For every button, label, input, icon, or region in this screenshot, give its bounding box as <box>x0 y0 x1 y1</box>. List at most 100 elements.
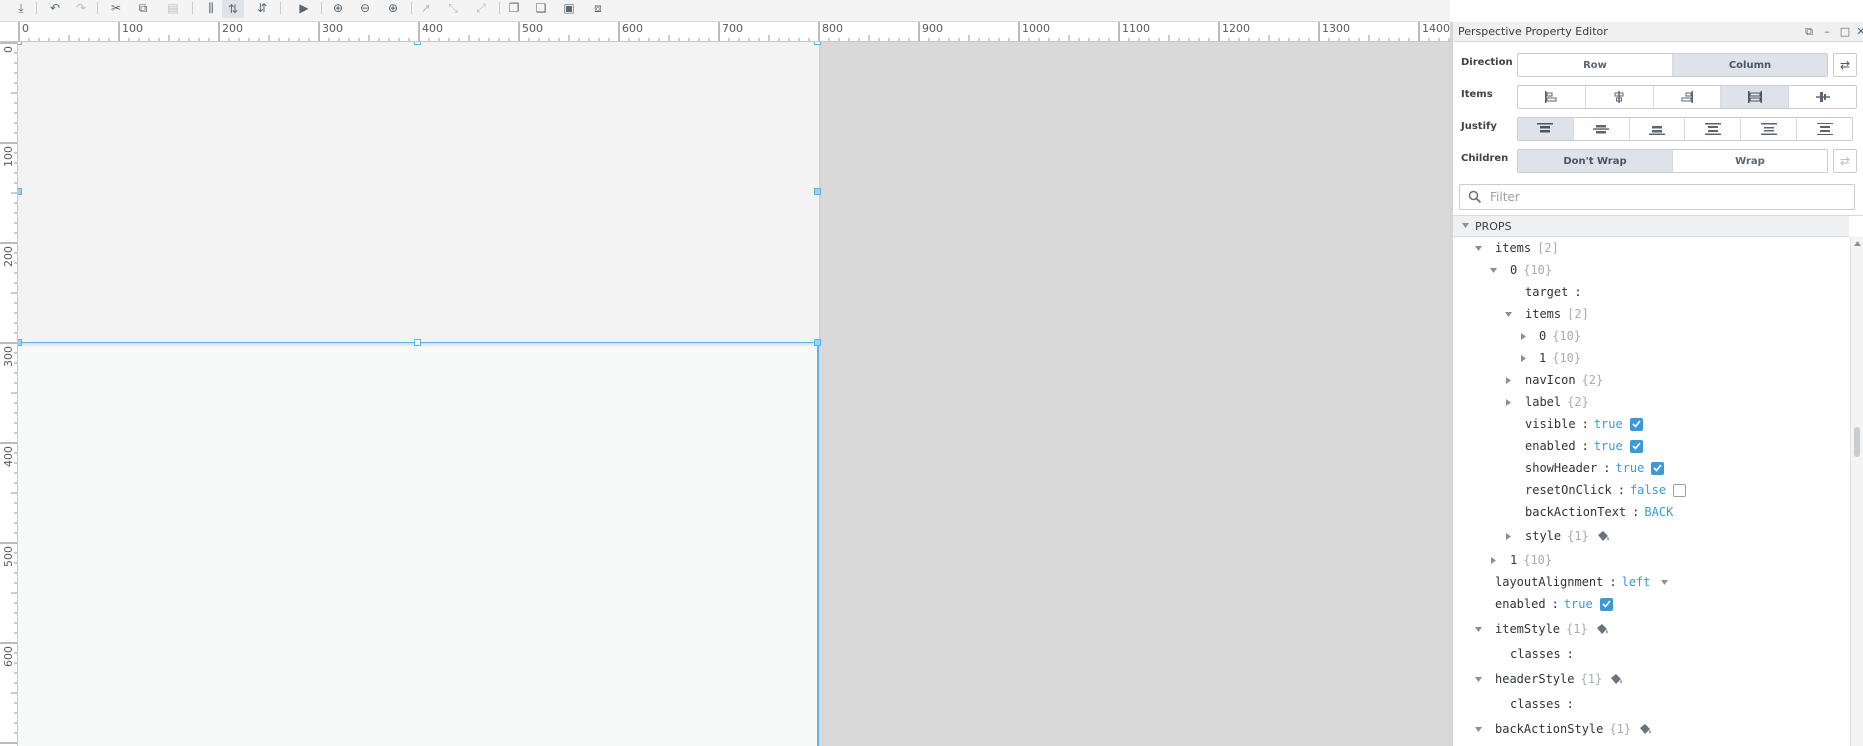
justify-space-around-icon[interactable] <box>1741 118 1798 140</box>
chevron-down-icon[interactable] <box>1504 310 1513 319</box>
redo-icon[interactable]: ↷ <box>70 0 92 16</box>
resize-handle[interactable] <box>814 188 821 195</box>
zoom-in-icon[interactable]: ⊕ <box>382 0 404 16</box>
connector-alt-icon[interactable]: ⤢ <box>470 0 492 16</box>
connector-icon[interactable]: ⤡ <box>442 0 464 16</box>
chevron-down-icon[interactable] <box>1474 725 1483 734</box>
swap-direction-icon[interactable]: ⇄ <box>1833 53 1857 77</box>
tree-row[interactable]: style {1} <box>1453 525 1849 547</box>
wrap-option[interactable]: Wrap <box>1673 150 1827 172</box>
resize-handle[interactable] <box>414 42 421 45</box>
distribute-icon[interactable]: ⫼ <box>200 0 222 16</box>
paint-bucket-icon[interactable] <box>1596 530 1610 542</box>
vertical-scrollbar[interactable] <box>1850 237 1863 746</box>
maximize-icon[interactable]: □ <box>1837 24 1853 40</box>
tree-row[interactable]: 0 {10} <box>1453 259 1849 281</box>
tree-row[interactable]: label {2} <box>1453 391 1849 413</box>
float-window-icon[interactable]: ⧉ <box>1801 24 1817 40</box>
undo-icon[interactable]: ↶ <box>44 0 66 16</box>
resize-handle[interactable] <box>814 339 821 346</box>
pointer-icon[interactable]: ➚ <box>415 0 437 16</box>
justify-space-between-icon[interactable] <box>1685 118 1742 140</box>
chevron-down-icon[interactable] <box>1489 266 1498 275</box>
copy-icon[interactable]: ⧉ <box>132 0 154 16</box>
resize-handle[interactable] <box>18 42 22 45</box>
justify-end-icon[interactable] <box>1630 118 1686 140</box>
tree-row[interactable]: backActionText: BACK <box>1453 501 1849 523</box>
tree-row[interactable]: items [2] <box>1453 237 1849 259</box>
chevron-down-icon[interactable] <box>1660 578 1669 587</box>
tree-row[interactable]: headerStyle {1} <box>1453 668 1849 690</box>
tree-row[interactable]: layoutAlignment: left <box>1453 571 1849 593</box>
tree-row[interactable]: visible: true <box>1453 413 1849 435</box>
chevron-down-icon[interactable] <box>1474 625 1483 634</box>
tree-row[interactable]: enabled: true <box>1453 435 1849 457</box>
prop-value[interactable]: false <box>1630 483 1666 497</box>
paste-icon[interactable]: ▤ <box>162 0 184 16</box>
prop-value[interactable]: true <box>1564 597 1593 611</box>
chevron-down-icon[interactable] <box>1474 675 1483 684</box>
send-back-icon[interactable]: ❏ <box>530 0 552 16</box>
prop-value[interactable]: true <box>1615 461 1644 475</box>
tree-row[interactable]: resetOnClick: false <box>1453 479 1849 501</box>
align-baseline-icon[interactable] <box>1789 86 1856 108</box>
scrollbar-thumb[interactable] <box>1854 427 1860 457</box>
prop-value[interactable]: true <box>1594 417 1623 431</box>
selected-container[interactable] <box>18 42 819 343</box>
chevron-right-icon[interactable] <box>1519 354 1528 363</box>
resize-handle[interactable] <box>18 339 22 346</box>
resize-handle[interactable] <box>814 42 821 45</box>
close-icon[interactable]: ✕ <box>1853 24 1863 40</box>
tree-row[interactable]: classes: <box>1453 693 1849 715</box>
align-vertical-icon[interactable]: ⇅ <box>222 0 244 18</box>
minimize-icon[interactable]: – <box>1819 24 1835 40</box>
chevron-right-icon[interactable] <box>1504 532 1513 541</box>
align-horizontal-icon[interactable]: ⇵ <box>251 0 273 16</box>
zoom-out-icon[interactable]: ⊖ <box>354 0 376 16</box>
enabled-checkbox[interactable] <box>1599 597 1613 611</box>
cut-icon[interactable]: ✂ <box>105 0 127 16</box>
direction-column-option[interactable]: Column <box>1673 54 1827 76</box>
play-icon[interactable]: ▶ <box>293 0 315 16</box>
tree-row[interactable]: itemStyle {1} <box>1453 618 1849 640</box>
save-icon[interactable]: ⤓ <box>10 0 32 16</box>
tree-row[interactable]: 1 {10} <box>1453 347 1849 369</box>
chevron-down-icon[interactable] <box>1474 244 1483 253</box>
paint-bucket-icon[interactable] <box>1595 623 1609 635</box>
group-icon[interactable]: ⧈ <box>587 0 609 16</box>
justify-start-icon[interactable] <box>1518 118 1574 140</box>
tree-row[interactable]: navIcon {2} <box>1453 369 1849 391</box>
resize-handle[interactable] <box>18 188 22 195</box>
direction-row-option[interactable]: Row <box>1518 54 1673 76</box>
chevron-down-icon[interactable] <box>1461 221 1470 230</box>
tree-row[interactable]: backActionStyle {1} <box>1453 718 1849 740</box>
chevron-right-icon[interactable] <box>1504 398 1513 407</box>
chevron-right-icon[interactable] <box>1519 332 1528 341</box>
props-section-header[interactable]: PROPS <box>1453 216 1849 237</box>
bring-front-icon[interactable]: ❐ <box>503 0 525 16</box>
resize-handle[interactable] <box>414 339 421 346</box>
align-flex-start-icon[interactable] <box>1518 86 1586 108</box>
scroll-up-icon[interactable] <box>1853 239 1862 248</box>
chevron-right-icon[interactable] <box>1489 556 1498 565</box>
paint-bucket-icon[interactable] <box>1638 723 1652 735</box>
prop-value[interactable]: true <box>1594 439 1623 453</box>
enabled-checkbox[interactable] <box>1629 439 1643 453</box>
prop-value[interactable]: BACK <box>1644 505 1673 519</box>
tree-row[interactable]: showHeader: true <box>1453 457 1849 479</box>
tree-row[interactable]: items [2] <box>1453 303 1849 325</box>
visible-checkbox[interactable] <box>1629 417 1643 431</box>
reset-on-click-checkbox[interactable] <box>1673 483 1687 497</box>
layer-icon[interactable]: ▣ <box>558 0 580 16</box>
show-header-checkbox[interactable] <box>1651 461 1665 475</box>
view-root[interactable] <box>18 42 821 746</box>
justify-space-evenly-icon[interactable] <box>1797 118 1852 140</box>
align-flex-end-icon[interactable] <box>1654 86 1722 108</box>
swap-wrap-icon[interactable]: ⇄ <box>1833 149 1857 173</box>
tree-row[interactable]: 0 {10} <box>1453 325 1849 347</box>
dont-wrap-option[interactable]: Don't Wrap <box>1518 150 1673 172</box>
design-canvas[interactable] <box>18 42 1450 746</box>
align-stretch-icon[interactable] <box>1721 86 1790 108</box>
filter-input[interactable] <box>1490 188 1840 206</box>
paint-bucket-icon[interactable] <box>1609 673 1623 685</box>
